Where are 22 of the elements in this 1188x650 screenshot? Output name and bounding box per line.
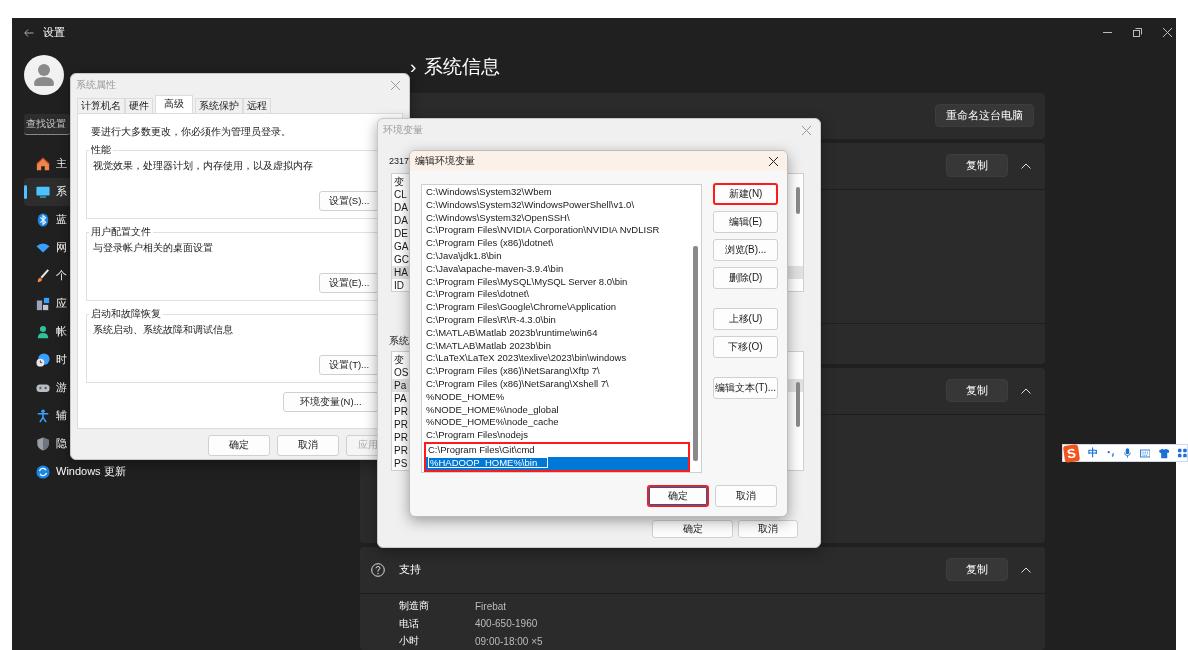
section-label: 系统 (389, 335, 409, 346)
dialog-title: 系统属性 (76, 78, 116, 92)
info-label: 电话 (399, 616, 420, 631)
group-description: 视觉效果，处理器计划，内存使用，以及虚拟内存 (93, 160, 314, 173)
dialog-title: 编辑环境变量 (415, 154, 475, 168)
group-description: 与登录帐户相关的桌面设置 (93, 242, 214, 255)
info-label: 小时 (399, 634, 420, 649)
group-title: 性能 (90, 144, 112, 157)
info-value: Firebat (475, 600, 507, 612)
section-label: 2317 (389, 156, 410, 167)
section-title: 支持 (399, 562, 421, 577)
admin-notice: 要进行大多数更改，你必须作为管理员登录。 (91, 125, 291, 138)
breadcrumb-separator: › (410, 55, 417, 78)
group-title: 启动和故障恢复 (90, 308, 162, 321)
group-title: 用户配置文件 (90, 226, 152, 239)
window-title: 设置 (43, 25, 65, 41)
dialog-title: 环境变量 (383, 123, 423, 137)
info-label: 制造商 (399, 599, 430, 614)
group-description: 系统启动、系统故障和调试信息 (93, 324, 234, 337)
page-title: 系统信息 (424, 54, 501, 79)
info-value: 400-650-1960 (475, 618, 538, 630)
info-value: 09:00-18:00 ×5 (475, 635, 543, 647)
